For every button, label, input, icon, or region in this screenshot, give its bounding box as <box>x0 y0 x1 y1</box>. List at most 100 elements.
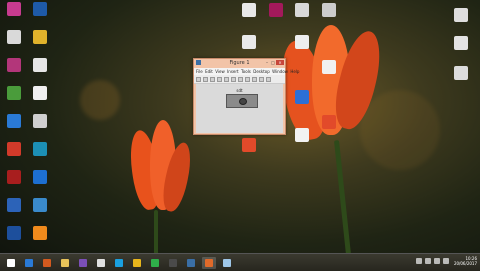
desktop-icon[interactable] <box>238 3 260 17</box>
file-icon <box>454 66 468 80</box>
pan-icon[interactable] <box>245 76 250 82</box>
rotate-icon[interactable] <box>252 76 257 82</box>
tray-up-arrow-icon[interactable] <box>415 258 422 264</box>
save-icon[interactable] <box>210 76 215 82</box>
menu-desktop[interactable]: Desktop <box>253 68 270 75</box>
app-icon <box>7 142 21 156</box>
file-icon <box>322 60 336 74</box>
window-titlebar[interactable]: Figure 1 – □ × <box>194 59 285 68</box>
close-button[interactable]: × <box>276 60 284 65</box>
menu-insert[interactable]: Insert <box>227 68 238 75</box>
open-icon[interactable] <box>203 76 208 82</box>
calculator-icon[interactable] <box>166 257 180 269</box>
pdf-icon <box>7 170 21 184</box>
desktop-icon[interactable] <box>291 90 313 104</box>
menu-edit[interactable]: Edit <box>205 68 213 75</box>
ie-icon[interactable] <box>22 257 36 269</box>
menu-bar: File Edit View Insert Tools Desktop Wind… <box>194 68 299 75</box>
app-icon <box>7 58 21 72</box>
desktop-icon[interactable] <box>3 30 25 44</box>
network-icon[interactable] <box>424 258 431 264</box>
visual-studio-icon-glyph <box>79 258 87 267</box>
visual-studio-icon[interactable] <box>76 257 90 269</box>
desktop-icon[interactable] <box>29 198 51 212</box>
media-icon[interactable] <box>94 257 108 269</box>
desktop-icon[interactable] <box>3 58 25 72</box>
clock[interactable]: 10:26 20/06/2017 <box>454 256 477 266</box>
desktop-icon[interactable] <box>291 128 313 142</box>
matlab-icon[interactable] <box>40 257 54 269</box>
settings-icon[interactable] <box>184 257 198 269</box>
figure-icon[interactable] <box>202 256 216 269</box>
pdf-icon <box>322 115 336 129</box>
menu-tools[interactable]: Tools <box>241 68 251 75</box>
desktop-icon[interactable] <box>265 3 287 17</box>
desktop-icon[interactable] <box>318 60 340 74</box>
zoom-in-icon[interactable] <box>231 76 236 82</box>
desktop-icon[interactable] <box>450 8 472 22</box>
menu-help[interactable]: Help <box>290 68 299 75</box>
desktop-icon[interactable] <box>29 2 51 16</box>
desktop-icon[interactable] <box>29 30 51 44</box>
app-icon <box>33 142 47 156</box>
desktop-icon[interactable] <box>3 170 25 184</box>
desktop-icon[interactable] <box>318 115 340 129</box>
chrome-icon[interactable] <box>130 257 144 269</box>
recycle-bin-icon <box>33 114 47 128</box>
file-icon <box>242 3 256 17</box>
pointer-icon[interactable] <box>224 76 229 82</box>
menu-window[interactable]: Window <box>272 68 288 75</box>
figure-window[interactable]: Figure 1 – □ × File Edit View Insert Too… <box>193 58 299 135</box>
system-tray: 10:26 20/06/2017 <box>413 256 477 266</box>
app-icon <box>33 2 47 16</box>
desktop-icon[interactable] <box>29 86 51 100</box>
browser-icon <box>7 114 21 128</box>
desktop-icon[interactable] <box>3 198 25 212</box>
desktop-icon[interactable] <box>3 142 25 156</box>
file-icon <box>322 3 336 17</box>
desktop-icon[interactable] <box>291 3 313 17</box>
desktop-icon[interactable] <box>450 66 472 80</box>
app-icon <box>7 198 21 212</box>
desktop-icon[interactable] <box>238 35 260 49</box>
figure-toolbar <box>194 75 285 84</box>
folder-icon[interactable] <box>58 257 72 269</box>
app-icon <box>33 170 47 184</box>
data-cursor-icon[interactable] <box>259 76 264 82</box>
zoom-out-icon[interactable] <box>238 76 243 82</box>
desktop-icon[interactable] <box>29 58 51 72</box>
desktop-icon[interactable] <box>238 138 260 152</box>
desktop-icon[interactable] <box>29 114 51 128</box>
chrome-icon-glyph <box>133 258 141 267</box>
desktop-icon[interactable] <box>3 2 25 16</box>
new-figure-icon[interactable] <box>196 76 201 82</box>
desktop-icon[interactable] <box>291 35 313 49</box>
volume-icon[interactable] <box>433 258 440 264</box>
desktop-icon[interactable] <box>3 114 25 128</box>
desktop-icon[interactable] <box>29 142 51 156</box>
start-icon[interactable] <box>4 257 18 269</box>
word-icon <box>295 90 309 104</box>
desktop-icon[interactable] <box>3 226 25 240</box>
desktop-icon[interactable] <box>3 86 25 100</box>
print-icon[interactable] <box>217 76 222 82</box>
app-green-icon-glyph <box>151 258 159 267</box>
brush-icon[interactable] <box>266 76 271 82</box>
axes-title: sdt <box>236 88 243 93</box>
image-display <box>226 94 258 108</box>
desktop-icon[interactable] <box>318 3 340 17</box>
notepad-icon[interactable] <box>220 257 234 269</box>
app-green-icon[interactable] <box>148 257 162 269</box>
app-icon <box>7 2 21 16</box>
menu-file[interactable]: File <box>196 68 203 75</box>
desktop-icon[interactable] <box>450 36 472 50</box>
desktop-icon[interactable] <box>29 170 51 184</box>
ie-icon-glyph <box>25 258 33 267</box>
file-icon <box>295 3 309 17</box>
figure-canvas[interactable]: sdt <box>196 84 283 133</box>
flag-icon[interactable] <box>442 258 449 264</box>
desktop-icon[interactable] <box>29 226 51 240</box>
vlc-icon <box>33 226 47 240</box>
menu-view[interactable]: View <box>215 68 225 75</box>
skype-icon[interactable] <box>112 257 126 269</box>
